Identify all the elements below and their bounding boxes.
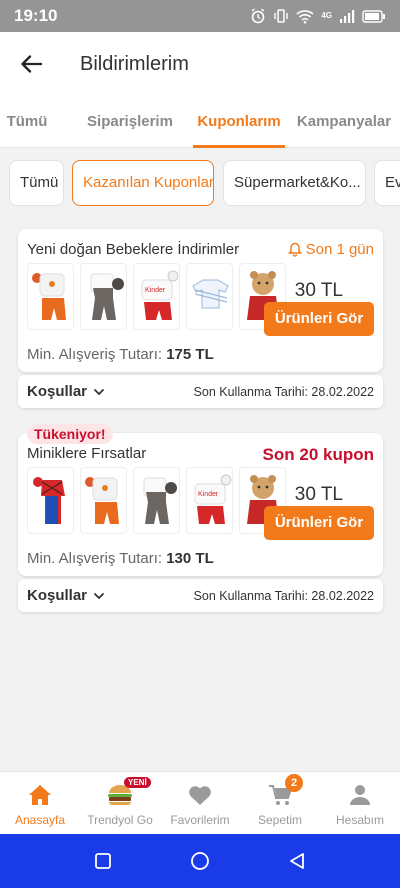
coupon-card[interactable]: Tükeniyor! Miniklere Fırsatlar Son 20 ku… xyxy=(18,424,383,576)
product-thumbnail[interactable] xyxy=(186,263,233,330)
app-header: Bildirimlerim xyxy=(0,32,400,96)
chevron-down-icon xyxy=(93,388,105,396)
min-purchase-value: 175 TL xyxy=(166,346,214,363)
product-thumbnail[interactable] xyxy=(133,467,180,534)
back-arrow-icon xyxy=(21,55,42,73)
product-thumbnails: Kinder xyxy=(27,467,286,534)
min-purchase-label: Min. Alışveriş Tutarı: xyxy=(27,550,163,567)
running-out-tag: Tükeniyor! xyxy=(27,424,113,444)
view-products-button[interactable]: Ürünleri Gör xyxy=(264,302,374,336)
chevron-down-icon xyxy=(93,592,105,600)
tab-campaigns[interactable]: Kampanyalar xyxy=(296,96,392,148)
conditions-label: Koşullar xyxy=(27,587,88,604)
coupon-title: Yeni doğan Bebeklere İndirimler xyxy=(27,241,240,258)
coupons-left-badge: Son 20 kupon xyxy=(262,445,374,464)
expiry-date: Son Kullanma Tarihi: 28.02.2022 xyxy=(193,384,374,399)
nav-home[interactable]: Anasayfa xyxy=(0,772,80,835)
conditions-row[interactable]: Koşullar Son Kullanma Tarihi: 28.02.2022 xyxy=(18,375,383,408)
expiry-date: Son Kullanma Tarihi: 28.02.2022 xyxy=(193,588,374,603)
nav-trendyol-go[interactable]: YENİ Trendyol Go xyxy=(80,772,160,835)
battery-icon xyxy=(362,9,385,23)
alarm-icon xyxy=(251,8,265,24)
baby-set-orange-image xyxy=(32,273,66,320)
page-title: Bildirimlerim xyxy=(80,52,189,75)
product-thumbnail[interactable]: Kinder xyxy=(133,263,180,330)
product-thumbnail[interactable] xyxy=(27,263,74,330)
coupon-card[interactable]: Yeni doğan Bebeklere İndirimler Son 1 gü… xyxy=(18,229,383,372)
product-thumbnail[interactable] xyxy=(27,467,74,534)
recents-icon[interactable] xyxy=(92,850,114,872)
baby-overall-gray-image xyxy=(143,477,177,524)
coupon-amount: 30 TL xyxy=(294,484,343,505)
chip-all[interactable]: Tümü xyxy=(9,160,64,206)
time-left-badge: Son 1 gün xyxy=(287,241,374,258)
baby-set-orange-image xyxy=(85,477,119,524)
nav-account[interactable]: Hesabım xyxy=(320,772,400,835)
heart-icon xyxy=(186,782,214,808)
spiderman-costume-image xyxy=(33,477,65,524)
coupon-title: Miniklere Fırsatlar xyxy=(27,445,147,462)
min-purchase: Min. Alışveriş Tutarı: 130 TL xyxy=(27,550,214,567)
min-purchase: Min. Alışveriş Tutarı: 175 TL xyxy=(27,346,214,363)
nav-favorites[interactable]: Favorilerim xyxy=(160,772,240,835)
min-purchase-value: 130 TL xyxy=(166,550,214,567)
status-icons: 4G xyxy=(250,8,386,24)
product-thumbnail[interactable] xyxy=(80,263,127,330)
home-icon xyxy=(26,782,54,808)
back-button[interactable] xyxy=(0,32,62,96)
nav-label: Trendyol Go xyxy=(87,813,153,827)
status-bar: 19:10 4G xyxy=(0,0,400,32)
product-thumbnails: Kinder xyxy=(27,263,286,330)
svg-text:Kinder: Kinder xyxy=(198,491,219,498)
baby-bodysuit-blue-image xyxy=(192,279,229,309)
bell-icon xyxy=(287,242,302,257)
status-time: 19:10 xyxy=(14,6,58,25)
time-left-text: Son 1 gün xyxy=(305,241,374,258)
svg-text:Kinder: Kinder xyxy=(145,287,166,294)
system-navigation-bar xyxy=(0,834,400,888)
chip-earned-coupons[interactable]: Kazanılan Kuponlar xyxy=(72,160,214,206)
signal-icon xyxy=(340,10,355,23)
coupon-amount: 30 TL xyxy=(294,280,343,301)
conditions-row[interactable]: Koşullar Son Kullanma Tarihi: 28.02.2022 xyxy=(18,579,383,612)
nav-label: Hesabım xyxy=(335,813,385,827)
network-type-label: 4G xyxy=(321,11,332,20)
user-icon xyxy=(346,782,374,808)
conditions-label: Koşullar xyxy=(27,383,88,400)
nav-cart[interactable]: 2 Sepetim xyxy=(240,772,320,835)
tab-all[interactable]: Tümü xyxy=(2,96,52,148)
chip-home[interactable]: Ev xyxy=(374,160,400,206)
nav-label: Sepetim xyxy=(257,813,303,827)
product-thumbnail[interactable]: Kinder xyxy=(186,467,233,534)
view-products-button[interactable]: Ürünleri Gör xyxy=(264,506,374,540)
tab-orders[interactable]: Siparişlerim xyxy=(82,96,178,148)
cart-count-badge: 2 xyxy=(285,774,303,792)
notification-tabs: Tümü Siparişlerim Kuponlarım Kampanyalar xyxy=(0,96,400,148)
chip-supermarket[interactable]: Süpermarket&Ko... xyxy=(223,160,366,206)
product-thumbnail[interactable] xyxy=(80,467,127,534)
baby-set-red-print-image: Kinder xyxy=(141,270,179,320)
vibrate-icon xyxy=(274,9,289,23)
home-circle-icon[interactable] xyxy=(189,850,211,872)
back-triangle-icon[interactable] xyxy=(286,850,308,872)
new-badge: YENİ xyxy=(124,777,151,788)
nav-label: Favorilerim xyxy=(170,813,230,827)
min-purchase-label: Min. Alışveriş Tutarı: xyxy=(27,346,163,363)
coupon-filter-chips: Tümü Kazanılan Kuponlar Süpermarket&Ko..… xyxy=(0,160,400,208)
tab-coupons[interactable]: Kuponlarım xyxy=(193,96,285,148)
baby-set-red-print-image: Kinder xyxy=(194,474,232,524)
wifi-icon xyxy=(296,9,314,24)
bottom-navigation: Anasayfa YENİ Trendyol Go Favorilerim 2 … xyxy=(0,771,400,834)
nav-label: Anasayfa xyxy=(14,813,66,827)
baby-overall-gray-image xyxy=(90,273,124,320)
